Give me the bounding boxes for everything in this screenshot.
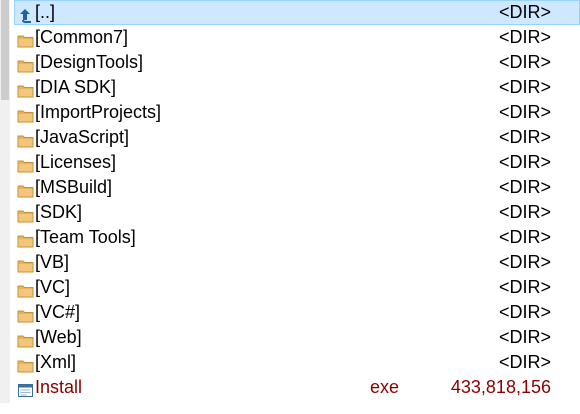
folder-size: <DIR> <box>498 152 551 172</box>
folder-icon <box>17 30 34 48</box>
folder-row[interactable]: [Xml] <DIR> <box>14 350 580 375</box>
vertical-scrollbar[interactable] <box>0 0 10 414</box>
folder-size: <DIR> <box>498 352 551 372</box>
list-bottom-edge <box>0 403 580 414</box>
file-extension: exe <box>370 377 400 397</box>
folder-name: [DesignTools] <box>35 52 144 72</box>
folder-name: [Web] <box>35 327 82 347</box>
folder-name: [SDK] <box>35 202 83 222</box>
folder-size: <DIR> <box>498 27 551 47</box>
up-arrow-icon <box>17 5 34 23</box>
folder-icon <box>17 80 34 98</box>
folder-row[interactable]: [DesignTools] <DIR> <box>14 50 580 75</box>
file-row[interactable]: Install exe 433,818,156 <box>14 375 580 400</box>
folder-name: [JavaScript] <box>35 127 130 147</box>
folder-size: <DIR> <box>498 77 551 97</box>
folder-icon <box>17 330 34 348</box>
folder-name: [MSBuild] <box>35 177 113 197</box>
folder-size: <DIR> <box>498 327 551 347</box>
folder-size: <DIR> <box>498 202 551 222</box>
folder-row[interactable]: [Common7] <DIR> <box>14 25 580 50</box>
folder-row[interactable]: [DIA SDK] <DIR> <box>14 75 580 100</box>
folder-row[interactable]: [Licenses] <DIR> <box>14 150 580 175</box>
folder-row[interactable]: [Web] <DIR> <box>14 325 580 350</box>
folder-size: <DIR> <box>498 127 551 147</box>
folder-size: <DIR> <box>498 252 551 272</box>
folder-size: <DIR> <box>498 102 551 122</box>
folder-name: [VC#] <box>35 302 81 322</box>
folder-icon <box>17 255 34 273</box>
parent-directory-size: <DIR> <box>498 2 551 22</box>
folder-icon <box>17 130 34 148</box>
folder-name: [VB] <box>35 252 70 272</box>
file-size: 433,818,156 <box>450 377 551 397</box>
folder-name: [VC] <box>35 277 71 297</box>
folder-icon <box>17 280 34 298</box>
folder-name: [Team Tools] <box>35 227 136 247</box>
file-list: [..] <DIR> [Common7] <DIR> [DesignTools] <D… <box>14 0 580 414</box>
folder-icon <box>17 180 34 198</box>
folder-icon <box>17 55 34 73</box>
folder-name: [Licenses] <box>35 152 117 172</box>
parent-directory-name: [..] <box>35 2 56 22</box>
folder-row[interactable]: [VC#] <DIR> <box>14 300 580 325</box>
folder-name: [DIA SDK] <box>35 77 117 97</box>
folder-size: <DIR> <box>498 227 551 247</box>
folder-name: [Xml] <box>35 352 77 372</box>
folder-icon <box>17 155 34 173</box>
folder-icon <box>17 305 34 323</box>
folder-size: <DIR> <box>498 277 551 297</box>
folder-icon <box>17 205 34 223</box>
folder-row[interactable]: [VC] <DIR> <box>14 275 580 300</box>
file-name: Install <box>35 377 83 397</box>
folder-name: [ImportProjects] <box>35 102 162 122</box>
folder-size: <DIR> <box>498 177 551 197</box>
folder-icon <box>17 230 34 248</box>
folder-row[interactable]: [Team Tools] <DIR> <box>14 225 580 250</box>
folder-icon <box>17 105 34 123</box>
folder-size: <DIR> <box>498 52 551 72</box>
folder-icon <box>17 355 34 373</box>
folder-row[interactable]: [JavaScript] <DIR> <box>14 125 580 150</box>
folder-row[interactable]: [SDK] <DIR> <box>14 200 580 225</box>
folder-name: [Common7] <box>35 27 129 47</box>
scrollbar-thumb[interactable] <box>1 0 9 100</box>
executable-icon <box>17 380 34 397</box>
folder-row[interactable]: [VB] <DIR> <box>14 250 580 275</box>
folder-size: <DIR> <box>498 302 551 322</box>
folder-row[interactable]: [ImportProjects] <DIR> <box>14 100 580 125</box>
parent-directory-row[interactable]: [..] <DIR> <box>14 0 580 25</box>
folder-row[interactable]: [MSBuild] <DIR> <box>14 175 580 200</box>
